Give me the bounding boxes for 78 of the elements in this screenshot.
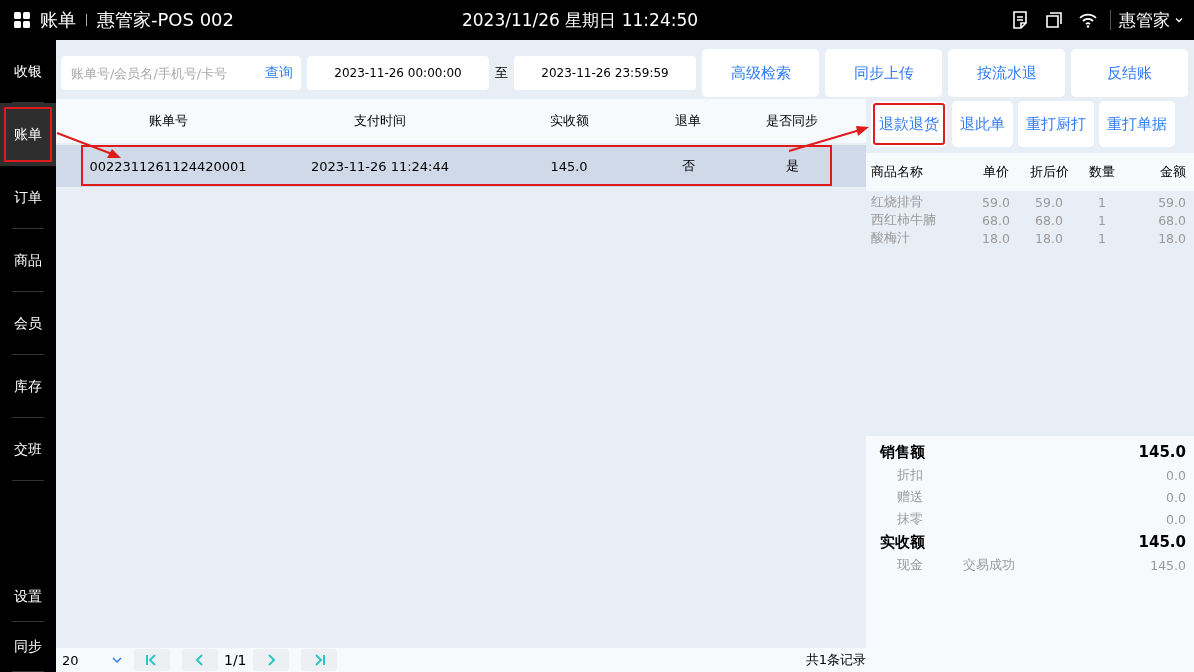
- action-button[interactable]: 退款退货: [871, 101, 947, 147]
- apps-grid-icon[interactable]: [12, 10, 32, 30]
- column-header: 是否同步: [765, 112, 819, 130]
- windows-icon[interactable]: [1044, 10, 1064, 30]
- column-header: 支付时间: [353, 112, 407, 130]
- table-cell-text: 红烧排骨: [871, 193, 924, 211]
- table-cell-text: 0022311261124420001: [88, 158, 248, 174]
- column-header: 单价: [982, 163, 1010, 181]
- table-cell-text: 68.0: [1157, 212, 1186, 228]
- table-cell-text: 59.0: [981, 194, 1011, 210]
- store-name: 惠管家-POS 002: [97, 8, 235, 32]
- table-cell-text: 否: [680, 157, 696, 175]
- query-button[interactable]: 查询: [265, 64, 293, 82]
- summary-value: 145.0: [1138, 533, 1186, 551]
- notepad-icon[interactable]: [1010, 10, 1030, 30]
- action-button[interactable]: 重打单据: [1099, 101, 1175, 147]
- table-cell-text: 18.0: [981, 230, 1011, 246]
- table-cell-text: 2023-11-26 11:24:44: [309, 158, 451, 174]
- column-header: 数量: [1088, 163, 1116, 181]
- caret-icon: [1174, 15, 1184, 25]
- table-cell-text: 59.0: [1034, 194, 1064, 210]
- table-cell-text: 68.0: [1034, 212, 1064, 228]
- summary-label: 折扣: [897, 466, 923, 484]
- column-header: 金额: [1159, 163, 1186, 181]
- range-separator: 至: [495, 64, 508, 82]
- page-title: 账单: [40, 8, 76, 32]
- datetime-text: 2023/11/26 星期日 11:24:50: [460, 8, 700, 32]
- record-count: 共1条记录: [805, 651, 866, 669]
- table-cell-text: 145.0: [549, 158, 589, 174]
- first-page-icon: [145, 654, 159, 666]
- summary-value: 0.0: [1166, 489, 1186, 505]
- toolbar-button[interactable]: 按流水退: [948, 49, 1065, 97]
- table-cell-text: 酸梅汁: [871, 229, 911, 247]
- table-cell-text: 是: [784, 157, 800, 175]
- summary-value: 145.0: [1150, 557, 1186, 573]
- action-button[interactable]: 退此单: [952, 101, 1013, 147]
- summary-label: 抹零: [897, 510, 923, 528]
- table-cell-text: 59.0: [1157, 194, 1186, 210]
- sidebar-item[interactable]: 账单: [0, 103, 56, 166]
- summary-label: 赠送: [897, 488, 923, 506]
- toolbar-button[interactable]: 反结账: [1071, 49, 1188, 97]
- payment-status: 交易成功: [963, 556, 1015, 574]
- table-cell-text: 18.0: [1157, 230, 1186, 246]
- table-cell-text: 西红柿牛腩: [871, 211, 937, 229]
- page-size-select[interactable]: 20: [62, 652, 122, 668]
- chevron-left-icon: [195, 654, 205, 666]
- toolbar-button[interactable]: 高级检索: [702, 49, 819, 97]
- table-cell-text: 18.0: [1034, 230, 1064, 246]
- column-header: 商品名称: [871, 163, 924, 181]
- summary-value: 0.0: [1166, 511, 1186, 527]
- column-header: 账单号: [147, 112, 189, 130]
- column-header: 实收额: [548, 112, 590, 130]
- user-menu[interactable]: 惠管家: [1119, 8, 1184, 32]
- last-page-button[interactable]: [300, 649, 337, 671]
- next-page-button[interactable]: [252, 649, 289, 671]
- table-cell-text: 1: [1097, 194, 1107, 210]
- payment-method: 现金: [897, 556, 923, 574]
- summary-value: 145.0: [1138, 443, 1186, 461]
- table-cell-text: 1: [1097, 212, 1107, 228]
- summary-label: 实收额: [880, 532, 925, 552]
- table-row[interactable]: 0022311261124420001 2023-11-26 11:24:44 145.0 否 是: [56, 145, 866, 187]
- previous-page-button[interactable]: [182, 649, 218, 671]
- caret-icon: [112, 656, 122, 664]
- table-cell-text: 68.0: [981, 212, 1011, 228]
- toolbar-button[interactable]: 同步上传: [825, 49, 942, 97]
- end-date-field[interactable]: 2023-11-26 23:59:59: [514, 56, 696, 90]
- table-cell-text: 1: [1097, 230, 1107, 246]
- summary-value: 0.0: [1166, 467, 1186, 483]
- action-button[interactable]: 重打厨打: [1018, 101, 1094, 147]
- first-page-button[interactable]: [134, 649, 170, 671]
- chevron-right-icon: [265, 654, 276, 666]
- column-header: 退单: [674, 112, 702, 130]
- annotation-arrow: [56, 132, 121, 158]
- summary-label: 销售额: [880, 442, 925, 462]
- page-indicator: 1/1: [224, 652, 247, 668]
- column-header: 折后价: [1028, 163, 1070, 181]
- start-date-field[interactable]: 2023-11-26 00:00:00: [307, 56, 489, 90]
- search-field[interactable]: 账单号/会员名/手机号/卡号 查询: [61, 56, 301, 90]
